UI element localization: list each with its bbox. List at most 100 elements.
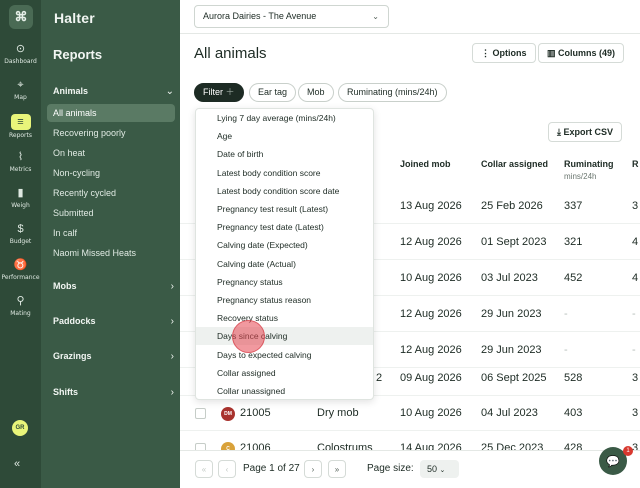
previous-page-button[interactable]: ‹ bbox=[218, 460, 236, 478]
last-page-button[interactable]: » bbox=[328, 460, 346, 478]
column-header-joined-mob[interactable]: Joined mob bbox=[400, 159, 451, 169]
ruminating-cell: 528 bbox=[564, 372, 583, 384]
rail-item-label: Map bbox=[14, 94, 27, 101]
page-size-value: 50 bbox=[427, 464, 438, 474]
sidebar-group-paddocks[interactable]: Paddocks › bbox=[53, 316, 174, 327]
row-checkbox[interactable] bbox=[195, 408, 206, 419]
user-avatar[interactable]: GR bbox=[12, 420, 28, 436]
rail-item-label: Mating bbox=[10, 310, 31, 317]
dropdown-option-latest-body-condition-score[interactable]: Latest body condition score bbox=[196, 164, 373, 182]
reports-icon: ≡ bbox=[10, 114, 31, 130]
dropdown-option-collar-unassigned[interactable]: Collar unassigned bbox=[196, 382, 373, 399]
next-page-button[interactable]: › bbox=[304, 460, 322, 478]
columns-button[interactable]: ▥ Columns (49) bbox=[538, 43, 625, 63]
rail-item-map[interactable]: ⌖ Map bbox=[0, 78, 41, 114]
chevron-right-icon: › bbox=[170, 281, 174, 292]
performance-icon: ♉ bbox=[13, 259, 28, 271]
sidebar-item-recently-cycled[interactable]: Recently cycled bbox=[47, 184, 175, 202]
joined-mob-cell: 10 Aug 2026 bbox=[400, 407, 462, 419]
sidebar-item-on-heat[interactable]: On heat bbox=[47, 144, 175, 162]
sidebar-group-mobs[interactable]: Mobs › bbox=[53, 281, 174, 292]
table-row[interactable]: DM 21005 Dry mob 10 Aug 2026 04 Jul 2023 403 3 bbox=[180, 395, 640, 431]
partial-cell: 3 bbox=[632, 407, 639, 419]
chevron-down-icon: ⌄ bbox=[439, 467, 446, 474]
partial-cell: - bbox=[632, 308, 636, 320]
export-csv-button[interactable]: ⤓ Export CSV bbox=[548, 122, 622, 142]
sidebar-item-all-animals[interactable]: All animals bbox=[47, 104, 175, 122]
rail-item-metrics[interactable]: ⌇ Metrics bbox=[0, 150, 41, 186]
sidebar-title: Reports bbox=[53, 47, 103, 62]
rail-item-reports[interactable]: ≡ Reports bbox=[0, 114, 41, 150]
filter-pill-mob[interactable]: Mob bbox=[298, 83, 334, 102]
map-icon: ⌖ bbox=[17, 79, 24, 91]
options-button[interactable]: ⋮ Options bbox=[472, 43, 536, 63]
dropdown-option-days-to-expected-calving[interactable]: Days to expected calving bbox=[196, 346, 373, 364]
joined-mob-cell: 12 Aug 2026 bbox=[400, 236, 462, 248]
partial-cell: 3 bbox=[632, 200, 639, 212]
dropdown-option-calving-date-actual[interactable]: Calving date (Actual) bbox=[196, 255, 373, 273]
sidebar-item-naomi-missed-heats[interactable]: Naomi Missed Heats bbox=[47, 244, 175, 262]
mating-icon: ⚲ bbox=[16, 295, 25, 307]
collar-assigned-cell: 29 Jun 2023 bbox=[481, 308, 542, 320]
rail-item-label: Performance bbox=[1, 274, 40, 281]
dropdown-option-latest-body-condition-score-date[interactable]: Latest body condition score date bbox=[196, 182, 373, 200]
sidebar-item-recovering-poorly[interactable]: Recovering poorly bbox=[47, 124, 175, 142]
page-title: All animals bbox=[194, 45, 267, 62]
first-page-button[interactable]: « bbox=[195, 460, 213, 478]
farm-selector[interactable]: Aurora Dairies - The Avenue ⌄ bbox=[194, 5, 389, 28]
dropdown-option-collar-assigned[interactable]: Collar assigned bbox=[196, 364, 373, 382]
dropdown-option-date-of-birth[interactable]: Date of birth bbox=[196, 145, 373, 163]
top-bar: Aurora Dairies - The Avenue ⌄ bbox=[180, 0, 640, 34]
chat-notification-badge: 1 bbox=[623, 446, 633, 456]
collapse-sidebar-icon[interactable]: « bbox=[14, 458, 20, 470]
dropdown-option-lying-7-day-average-mins-24h[interactable]: Lying 7 day average (mins/24h) bbox=[196, 109, 373, 127]
dropdown-option-recovery-status[interactable]: Recovery status bbox=[196, 309, 373, 327]
sidebar-item-non-cycling[interactable]: Non-cycling bbox=[47, 164, 175, 182]
dropdown-option-pregnancy-status-reason[interactable]: Pregnancy status reason bbox=[196, 291, 373, 309]
joined-mob-cell: 09 Aug 2026 bbox=[400, 372, 462, 384]
filter-field-dropdown: Lying 7 day average (mins/24h) Age Date of… bbox=[195, 108, 374, 400]
dropdown-option-age[interactable]: Age bbox=[196, 127, 373, 145]
column-header-ruminating-unit: mins/24h bbox=[564, 172, 597, 181]
filter-pill-ruminating-mins-24h[interactable]: Ruminating (mins/24h) bbox=[338, 83, 447, 102]
sidebar-item-in-calf[interactable]: In calf bbox=[47, 224, 175, 242]
ruminating-cell: 403 bbox=[564, 407, 583, 419]
collar-assigned-cell: 29 Jun 2023 bbox=[481, 344, 542, 356]
rail-item-label: Metrics bbox=[9, 166, 32, 173]
partial-cell: - bbox=[632, 344, 636, 356]
collar-assigned-cell: 01 Sept 2023 bbox=[481, 236, 547, 248]
collar-assigned-cell: 04 Jul 2023 bbox=[481, 407, 538, 419]
partial-cell: 4 bbox=[632, 272, 639, 284]
pagination-bar: « ‹ Page 1 of 27 › » Page size: 50 ⌄ bbox=[180, 450, 640, 488]
sidebar-group-label: Grazings bbox=[53, 351, 92, 361]
dropdown-option-pregnancy-test-result-latest[interactable]: Pregnancy test result (Latest) bbox=[196, 200, 373, 218]
rail-item-label: Dashboard bbox=[4, 58, 37, 65]
rail-item-performance[interactable]: ♉ Performance bbox=[0, 258, 41, 294]
rail-item-weigh[interactable]: ▮ Weigh bbox=[0, 186, 41, 222]
filter-button[interactable]: Filter ＋ bbox=[194, 83, 244, 102]
filter-label: Filter bbox=[203, 87, 223, 97]
sidebar-item-submitted[interactable]: Submitted bbox=[47, 204, 175, 222]
dropdown-option-pregnancy-test-date-latest[interactable]: Pregnancy test date (Latest) bbox=[196, 218, 373, 236]
dropdown-option-pregnancy-status[interactable]: Pregnancy status bbox=[196, 273, 373, 291]
rail-item-mating[interactable]: ⚲ Mating bbox=[0, 294, 41, 330]
chevron-down-icon: ⌄ bbox=[165, 86, 174, 97]
sidebar-group-grazings[interactable]: Grazings › bbox=[53, 351, 174, 362]
filter-pill-ear-tag[interactable]: Ear tag bbox=[249, 83, 297, 102]
dropdown-option-calving-date-expected[interactable]: Calving date (Expected) bbox=[196, 236, 373, 254]
dashboard-icon: ⊙ bbox=[15, 43, 26, 55]
ear-tag-cell[interactable]: 21005 bbox=[240, 407, 271, 419]
more-vertical-icon: ⋮ bbox=[481, 48, 493, 58]
sidebar-group-label: Shifts bbox=[53, 387, 79, 397]
rail-item-label: Budget bbox=[9, 238, 32, 245]
column-header-collar-assigned[interactable]: Collar assigned bbox=[481, 159, 548, 169]
sidebar-group-shifts[interactable]: Shifts › bbox=[53, 387, 174, 398]
column-header-ruminating[interactable]: Ruminating bbox=[564, 159, 614, 169]
column-header-partial[interactable]: R bbox=[632, 159, 639, 169]
page-size-select[interactable]: 50 ⌄ bbox=[420, 460, 459, 478]
sidebar-group-animals[interactable]: Animals ⌄ bbox=[53, 86, 174, 97]
rail-item-budget[interactable]: $ Budget bbox=[0, 222, 41, 258]
rail-item-dashboard[interactable]: ⊙ Dashboard bbox=[0, 42, 41, 78]
dropdown-option-days-since-calving[interactable]: Days since calving bbox=[196, 327, 373, 346]
halter-logo-icon[interactable]: ⌘ bbox=[9, 5, 33, 29]
